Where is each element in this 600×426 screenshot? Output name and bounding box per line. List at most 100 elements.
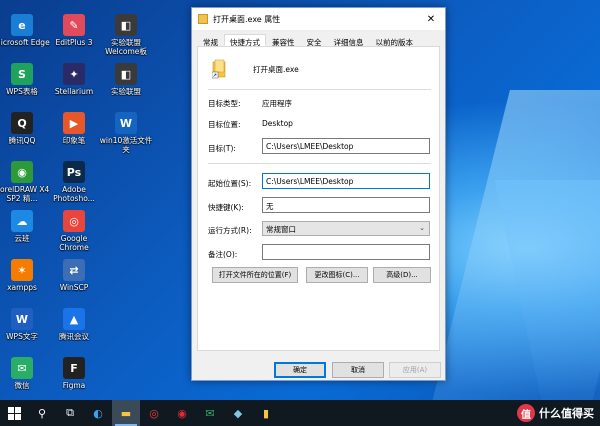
cancel-button[interactable]: 取消 [332, 362, 384, 378]
desktop-icon[interactable]: ✶ xampps [0, 259, 51, 292]
start-in-label: 起始位置(S): [208, 179, 252, 188]
coreldraw-icon: ◉ [11, 161, 33, 183]
stellarium-icon: ✦ [63, 63, 85, 85]
run-label: 运行方式(R): [208, 226, 252, 235]
run-select-value: 常规窗口 [266, 225, 296, 234]
desktop-icon[interactable]: ⇄ WinSCP [45, 259, 103, 292]
desktop-icon[interactable]: ✉ 微信 [0, 357, 51, 390]
app-icon: ◧ [115, 63, 137, 85]
start-in-input[interactable]: C:\Users\LMEE\Desktop [262, 173, 430, 189]
figma-icon: F [63, 357, 85, 379]
app-icon: ▶ [63, 112, 85, 134]
wechat-icon: ✉ [11, 357, 33, 379]
app-taskbar-icon[interactable]: ◆ [224, 400, 252, 426]
desktop-icon[interactable]: ▶ 印象笔 [45, 112, 103, 145]
target-location-value: Desktop [262, 119, 293, 128]
tab-security[interactable]: 安全 [301, 34, 328, 47]
tab-compatibility[interactable]: 兼容性 [266, 34, 301, 47]
desktop-icon-label: WPS表格 [6, 87, 38, 96]
file-shortcut-icon [212, 59, 226, 79]
chrome-taskbar-icon[interactable]: ◎ [140, 400, 168, 426]
wechat-taskbar-icon[interactable]: ✉ [196, 400, 224, 426]
shortcut-key-input[interactable]: 无 [262, 197, 430, 213]
desktop-icon-label: 印象笔 [62, 136, 86, 145]
target-label: 目标(T): [208, 144, 236, 153]
properties-dialog: 打开桌面.exe 属性 ✕ 常规 快捷方式 兼容性 安全 详细信息 以前的版本 … [191, 7, 446, 381]
change-icon-button[interactable]: 更改图标(C)... [306, 267, 368, 283]
watermark-text: 什么值得买 [539, 407, 594, 420]
desktop-icon-label: Stellarium [54, 87, 94, 96]
desktop-icon-label: EditPlus 3 [55, 38, 93, 47]
watermark: 值 什么值得买 [517, 404, 594, 422]
desktop-icon[interactable]: W WPS文字 [0, 308, 51, 341]
desktop-icon-label: Adobe Photosho... [53, 185, 95, 203]
desktop-icon[interactable]: e Microsoft Edge [0, 14, 51, 47]
desktop-icon-label: WinSCP [59, 283, 89, 292]
desktop-icon[interactable]: ▲ 腾讯会议 [45, 308, 103, 341]
desktop-icon[interactable]: Wwin10激活文件夹 [97, 112, 155, 154]
desktop-icon-label: 微信 [14, 381, 30, 390]
comment-label: 备注(O): [208, 250, 238, 259]
file-name: 打开桌面.exe [253, 65, 299, 74]
editplus-icon: ✎ [63, 14, 85, 36]
desktop-icon[interactable]: S WPS表格 [0, 63, 51, 96]
target-type-value: 应用程序 [262, 99, 292, 108]
desktop-icon-label: Microsoft Edge [0, 38, 50, 47]
tab-shortcut[interactable]: 快捷方式 [224, 34, 266, 47]
task-view-icon[interactable]: ⧉ [56, 400, 84, 426]
ok-button[interactable]: 确定 [274, 362, 326, 378]
tab-previous-versions[interactable]: 以前的版本 [370, 34, 420, 47]
dialog-title: 打开桌面.exe 属性 [213, 14, 281, 24]
desktop-icon-label: 云班 [14, 234, 30, 243]
tab-strip: 常规 快捷方式 兼容性 安全 详细信息 以前的版本 [197, 34, 440, 47]
run-select[interactable]: 常规窗口 ⌄ [262, 221, 430, 236]
chrome-icon: ◎ [63, 210, 85, 232]
desktop-icon[interactable]: ◧ 实验联盟 Welcome板 [97, 14, 155, 56]
desktop-icon[interactable]: ◧ 实验联盟 [97, 63, 155, 96]
xampp-icon: ✶ [11, 259, 33, 281]
wps-writer-icon: W [11, 308, 33, 330]
app-icon: ☁ [11, 210, 33, 232]
winscp-icon: ⇄ [63, 259, 85, 281]
dialog-titlebar: 打开桌面.exe 属性 ✕ [192, 8, 445, 30]
desktop-icon[interactable]: Ps Adobe Photosho... [45, 161, 103, 203]
apply-button[interactable]: 应用(A) [389, 362, 441, 378]
desktop-icon-label: Google Chrome [59, 234, 89, 252]
tab-details[interactable]: 详细信息 [328, 34, 370, 47]
windows-icon [7, 406, 21, 420]
search-icon[interactable]: ⚲ [28, 400, 56, 426]
desktop-icon-label: Figma [62, 381, 86, 390]
chevron-down-icon: ⌄ [419, 224, 425, 232]
desktop-icon-label: 腾讯QQ [8, 136, 36, 145]
desktop-icon[interactable]: F Figma [45, 357, 103, 390]
shortcut-taskbar-icon[interactable]: ▮ [252, 400, 280, 426]
comment-input[interactable] [262, 244, 430, 260]
netease-music-icon[interactable]: ◉ [168, 400, 196, 426]
desktop-icon[interactable]: ◎ Google Chrome [45, 210, 103, 252]
qq-icon: Q [11, 112, 33, 134]
desktop-icon[interactable]: ◉ CorelDRAW X4 SP2 精... [0, 161, 51, 203]
divider [208, 89, 431, 90]
target-input[interactable]: C:\Users\LMEE\Desktop [262, 138, 430, 154]
file-explorer-icon[interactable]: ▬ [112, 400, 140, 426]
desktop-icon[interactable]: ✦ Stellarium [45, 63, 103, 96]
desktop-icon[interactable]: Q 腾讯QQ [0, 112, 51, 145]
photoshop-icon: Ps [63, 161, 85, 183]
tab-general[interactable]: 常规 [197, 34, 224, 47]
edge-taskbar-icon[interactable]: ◐ [84, 400, 112, 426]
close-icon[interactable]: ✕ [417, 14, 445, 25]
desktop-icon[interactable]: ☁ 云班 [0, 210, 51, 243]
advanced-button[interactable]: 高级(D)... [373, 267, 431, 283]
watermark-badge: 值 [517, 404, 535, 422]
taskbar: ⚲ ⧉ ◐ ▬ ◎ ◉ ✉ ◆ ▮ 值 什么值得买 [0, 400, 600, 426]
start-button[interactable] [0, 400, 28, 426]
wps-sheet-icon: S [11, 63, 33, 85]
edge-icon: e [11, 14, 33, 36]
desktop-icon[interactable]: ✎ EditPlus 3 [45, 14, 103, 47]
open-file-location-button[interactable]: 打开文件所在的位置(F) [212, 267, 298, 283]
desktop-icon-label: 腾讯会议 [59, 332, 89, 341]
shortcut-key-label: 快捷键(K): [208, 203, 244, 212]
folder-icon [198, 14, 208, 24]
desktop-icon-label: CorelDRAW X4 SP2 精... [0, 185, 50, 203]
target-type-label: 目标类型: [208, 99, 241, 108]
